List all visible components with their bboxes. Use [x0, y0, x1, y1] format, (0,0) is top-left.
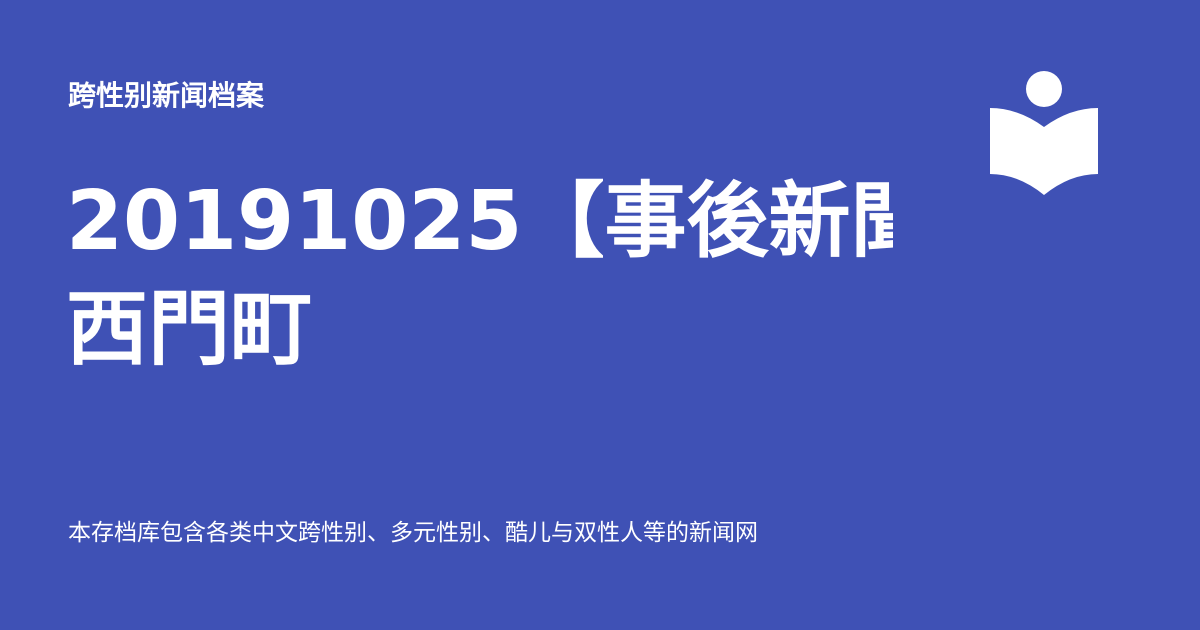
site-description: 本存档库包含各类中文跨性别、多元性别、酷儿与双性人等的新闻网: [68, 520, 758, 546]
page-title: 20191025【事後新聞 西門町: [66, 168, 893, 398]
title-line-2: 西門町: [66, 282, 313, 377]
title-line-1: 20191025【事後新聞: [66, 174, 893, 269]
book-reader-icon: [988, 70, 1100, 202]
site-name: 跨性别新闻档案: [68, 79, 265, 112]
